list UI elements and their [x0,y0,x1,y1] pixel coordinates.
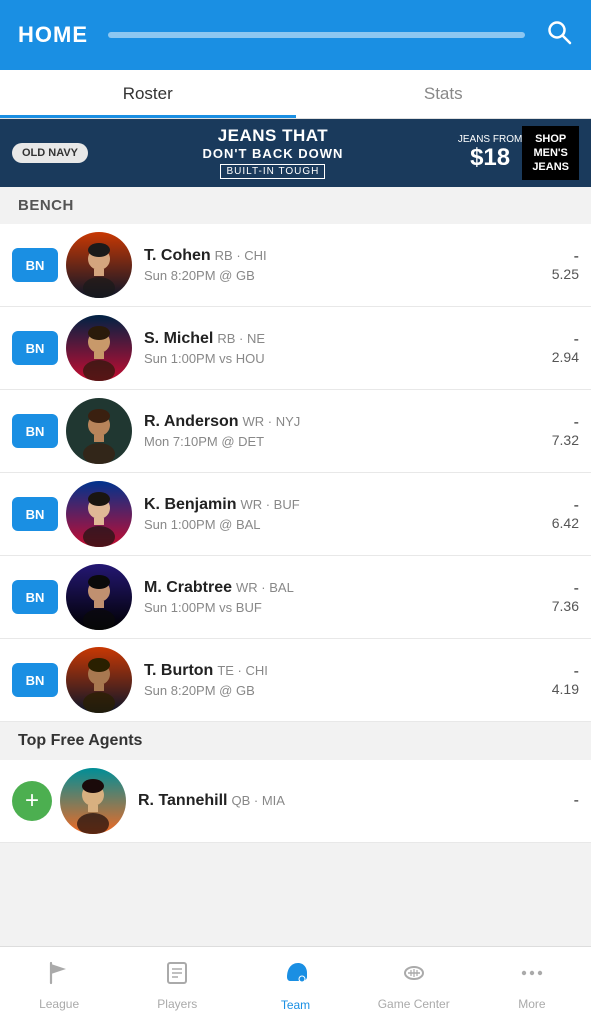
player-score-pts: 7.36 [539,598,579,614]
player-pos-team: QB · MIA [231,793,284,808]
player-score-pts: 2.94 [539,349,579,365]
player-score-dash: - [539,248,579,266]
add-player-button[interactable]: + [12,781,52,821]
player-avatar [60,768,126,834]
nav-players[interactable]: Players [118,947,236,1024]
player-game: Sun 8:20PM @ GB [144,683,539,698]
dots-icon [519,960,545,993]
player-score-dash: - [539,792,579,810]
nav-more-label: More [518,997,545,1011]
player-name: R. Anderson [144,413,239,431]
header: HOME [0,0,591,70]
tab-stats[interactable]: Stats [296,70,591,118]
nav-team[interactable]: Team [236,947,354,1024]
header-title: HOME [18,22,88,48]
bn-badge: BN [12,663,58,697]
player-game: Sun 1:00PM @ BAL [144,517,539,532]
bench-player-row[interactable]: BN S. Michel RB · NE Sun 1:00PM vs HOU -… [0,307,591,390]
player-game: Mon 7:10PM @ DET [144,434,539,449]
player-score-pts: 4.19 [539,681,579,697]
player-score-dash: - [539,663,579,681]
player-pos-team: RB · NE [217,331,265,346]
player-avatar [66,398,132,464]
player-name: T. Cohen [144,247,211,265]
free-agents-header: Top Free Agents [0,722,591,760]
ad-price: JEANS FROM $18 [458,134,522,171]
header-bar [108,32,525,38]
player-avatar [66,481,132,547]
main-content: OLD NAVY JEANS THAT DON'T BACK DOWN BUIL… [0,119,591,921]
nav-gamecenter-label: Game Center [378,997,450,1011]
player-pos-team: RB · CHI [215,248,267,263]
player-avatar [66,564,132,630]
player-name: S. Michel [144,330,213,348]
nav-more[interactable]: More [473,947,591,1024]
player-score-pts: 7.32 [539,432,579,448]
bench-list: BN T. Cohen RB · CHI Sun 8:20PM @ GB - 5… [0,224,591,722]
free-agent-row[interactable]: + R. Tannehill QB · MIA - [0,760,591,843]
bottom-nav: League Players Team [0,946,591,1024]
flag-icon [46,960,72,993]
player-pos-team: WR · NYJ [243,414,301,429]
bench-header: BENCH [0,187,591,224]
bench-player-row[interactable]: BN R. Anderson WR · NYJ Mon 7:10PM @ DET… [0,390,591,473]
player-pos-team: TE · CHI [217,663,268,678]
player-name: T. Burton [144,662,213,680]
bench-player-row[interactable]: BN K. Benjamin WR · BUF Sun 1:00PM @ BAL… [0,473,591,556]
bench-player-row[interactable]: BN T. Burton TE · CHI Sun 8:20PM @ GB - … [0,639,591,722]
nav-players-label: Players [157,997,197,1011]
bn-badge: BN [12,248,58,282]
football-icon [401,960,427,993]
nav-league-label: League [39,997,79,1011]
nav-league[interactable]: League [0,947,118,1024]
bn-badge: BN [12,580,58,614]
tab-roster[interactable]: Roster [0,70,296,118]
player-game: Sun 1:00PM vs HOU [144,351,539,366]
player-name: M. Crabtree [144,579,232,597]
bn-badge: BN [12,414,58,448]
player-score-dash: - [539,580,579,598]
ad-cta[interactable]: SHOPMEN'SJEANS [522,126,579,181]
bn-badge: BN [12,331,58,365]
player-avatar [66,315,132,381]
player-avatar [66,647,132,713]
player-score-dash: - [539,414,579,432]
nav-team-label: Team [281,998,310,1012]
player-score-dash: - [539,331,579,349]
player-name: R. Tannehill [138,792,227,810]
ad-text: JEANS THAT DON'T BACK DOWN BUILT-IN TOUG… [88,127,458,179]
player-score-dash: - [539,497,579,515]
ad-banner[interactable]: OLD NAVY JEANS THAT DON'T BACK DOWN BUIL… [0,119,591,187]
player-pos-team: WR · BAL [236,580,294,595]
players-icon [164,960,190,993]
search-icon[interactable] [545,18,573,53]
player-pos-team: WR · BUF [240,497,299,512]
player-game: Sun 8:20PM @ GB [144,268,539,283]
player-avatar [66,232,132,298]
helmet-icon [282,959,310,994]
player-game: Sun 1:00PM vs BUF [144,600,539,615]
player-name: K. Benjamin [144,496,236,514]
bn-badge: BN [12,497,58,531]
nav-game-center[interactable]: Game Center [355,947,473,1024]
tabs: Roster Stats [0,70,591,119]
ad-logo: OLD NAVY [12,143,88,163]
bench-player-row[interactable]: BN T. Cohen RB · CHI Sun 8:20PM @ GB - 5… [0,224,591,307]
free-agents-list: + R. Tannehill QB · MIA - [0,760,591,843]
player-score-pts: 5.25 [539,266,579,282]
bench-player-row[interactable]: BN M. Crabtree WR · BAL Sun 1:00PM vs BU… [0,556,591,639]
player-score-pts: 6.42 [539,515,579,531]
